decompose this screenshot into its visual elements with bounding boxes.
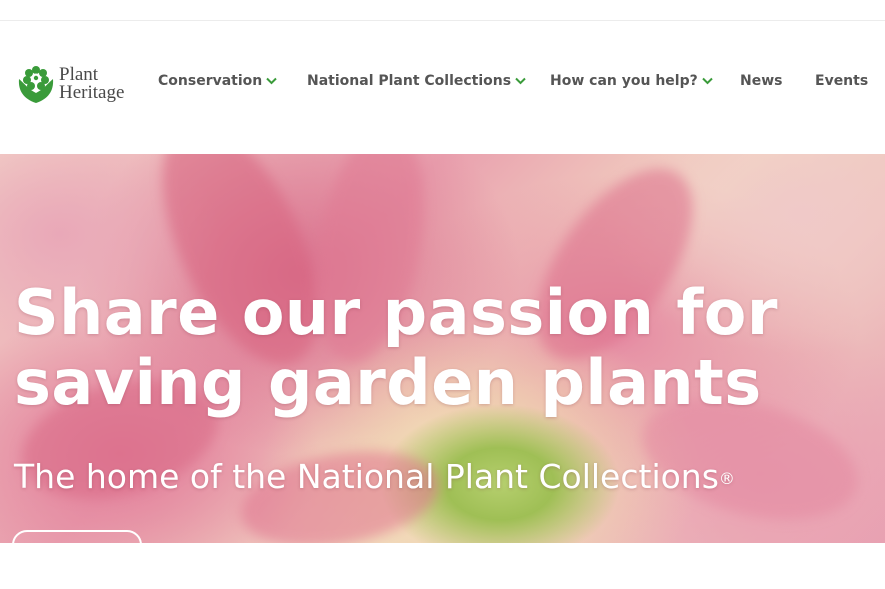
site-header: Plant Heritage Conservation National Pla…: [0, 21, 885, 154]
nav-item-news[interactable]: News: [740, 73, 782, 89]
nav-item-label: How can you help?: [550, 73, 698, 89]
hero-title-line-1: Share our passion for: [14, 276, 778, 349]
top-strip: [0, 0, 885, 21]
nav-item-how-can-you-help[interactable]: How can you help?: [550, 73, 713, 89]
main-nav: Conservation National Plant Collections …: [0, 73, 885, 93]
hero-subtitle-text: The home of the National Plant Collectio…: [14, 457, 719, 496]
nav-item-label: Conservation: [158, 73, 263, 89]
hero-title-line-2: saving garden plants: [14, 346, 762, 419]
nav-item-national-plant-collections[interactable]: National Plant Collections: [307, 73, 526, 89]
hero-banner: Share our passion for saving garden plan…: [0, 154, 885, 543]
nav-item-label: Events: [815, 73, 869, 89]
hero-title: Share our passion for saving garden plan…: [14, 278, 778, 418]
chevron-down-icon: [266, 77, 277, 85]
nav-item-label: National Plant Collections: [307, 73, 512, 89]
hero-subtitle: The home of the National Plant Collectio…: [14, 455, 735, 499]
hero-cta-button[interactable]: [12, 530, 142, 543]
nav-item-label: News: [740, 73, 783, 89]
nav-item-conservation[interactable]: Conservation: [158, 73, 277, 89]
chevron-down-icon: [702, 77, 713, 85]
nav-item-events[interactable]: Events: [815, 73, 868, 89]
registered-mark: ®: [718, 469, 735, 488]
chevron-down-icon: [515, 77, 526, 85]
page-content-area: [0, 543, 885, 589]
